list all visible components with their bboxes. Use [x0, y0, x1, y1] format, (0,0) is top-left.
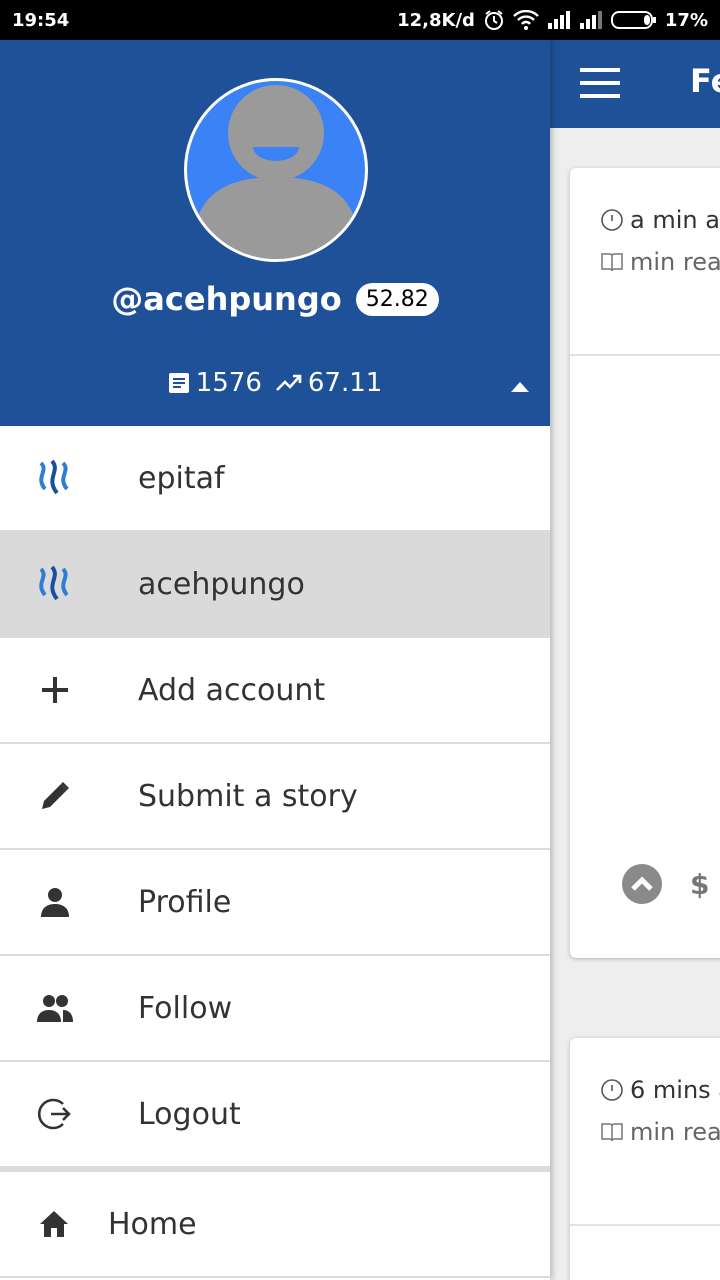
wifi-icon	[513, 10, 539, 30]
add-account-item[interactable]: Add account	[0, 638, 550, 744]
card-divider	[570, 1224, 720, 1226]
battery-icon	[610, 10, 657, 30]
post-time-text: 6 mins a	[630, 1076, 720, 1104]
book-icon	[601, 253, 623, 272]
follow-item[interactable]: Follow	[0, 956, 550, 1062]
account-stats: 1576 67.11	[0, 368, 550, 398]
post-time: 6 mins a	[600, 1076, 720, 1104]
profile-item[interactable]: Profile	[0, 850, 550, 956]
pencil-icon	[42, 782, 69, 809]
steem-logo-icon	[39, 565, 69, 601]
trending-up-icon	[275, 374, 302, 391]
menu-label: Submit a story	[138, 778, 358, 814]
menu-label: Profile	[138, 884, 232, 920]
post-time: a min ag	[600, 206, 720, 234]
logout-item[interactable]: Logout	[0, 1062, 550, 1168]
upvote-button[interactable]	[622, 864, 662, 904]
account-switch-toggle[interactable]	[510, 378, 530, 397]
clock-icon	[601, 1079, 623, 1101]
chevron-up-icon	[631, 876, 653, 891]
post-time-text: a min ag	[630, 206, 720, 234]
menu-label: Home	[108, 1206, 197, 1242]
nav-item-home[interactable]: Home	[0, 1172, 550, 1278]
signal-icon-2	[579, 11, 603, 29]
steem-power: 67.11	[307, 368, 383, 398]
people-icon	[37, 995, 73, 1022]
account-item-acehpungo[interactable]: acehpungo	[0, 532, 550, 638]
username: @acehpungo	[111, 280, 342, 318]
toolbar-title: Fe	[690, 62, 720, 100]
account-item-epitaf[interactable]: epitaf	[0, 426, 550, 532]
book-icon	[601, 1123, 623, 1142]
post-count: 1576	[195, 368, 262, 398]
home-icon	[40, 1211, 68, 1237]
account-label: epitaf	[138, 460, 225, 496]
menu-label: Logout	[138, 1096, 241, 1132]
card-divider	[570, 354, 720, 356]
person-icon	[41, 888, 69, 917]
caret-up-icon	[511, 382, 529, 392]
network-speed: 12,8K/d	[397, 9, 475, 31]
account-label: acehpungo	[138, 566, 305, 602]
battery-percent: 17%	[664, 9, 708, 31]
read-time-text: min rea	[630, 248, 720, 276]
reputation-badge: 52.82	[355, 282, 439, 316]
read-time-text: min rea	[630, 1118, 720, 1146]
hamburger-menu-icon[interactable]	[580, 68, 620, 98]
status-bar: 19:54 12,8K/d 17%	[0, 0, 720, 40]
status-time: 19:54	[12, 9, 70, 31]
menu-label: Add account	[138, 672, 326, 708]
read-time: min rea	[600, 248, 720, 276]
clock-icon	[601, 209, 623, 231]
default-avatar-icon	[195, 85, 357, 259]
feed-card[interactable]: a min ag min rea $ 0	[570, 168, 720, 958]
drawer-header: @acehpungo 52.82 1576 67.11	[0, 40, 550, 426]
submit-story-item[interactable]: Submit a story	[0, 744, 550, 850]
plus-icon	[42, 677, 68, 703]
navigation-drawer: @acehpungo 52.82 1576 67.11 epitaf acehp…	[0, 40, 550, 1280]
posts-icon	[168, 373, 189, 393]
alarm-icon	[483, 9, 505, 31]
signal-icon	[547, 11, 571, 29]
steem-logo-icon	[39, 459, 69, 495]
read-time: min rea	[600, 1118, 720, 1146]
payout-value: $ 0	[690, 868, 720, 901]
menu-label: Follow	[138, 990, 233, 1026]
feed-card[interactable]: 6 mins a min rea	[570, 1038, 720, 1280]
drawer-menu: epitaf acehpungo Add account Submit a st…	[0, 426, 550, 1278]
avatar[interactable]	[184, 78, 368, 262]
logout-icon	[37, 1098, 71, 1130]
